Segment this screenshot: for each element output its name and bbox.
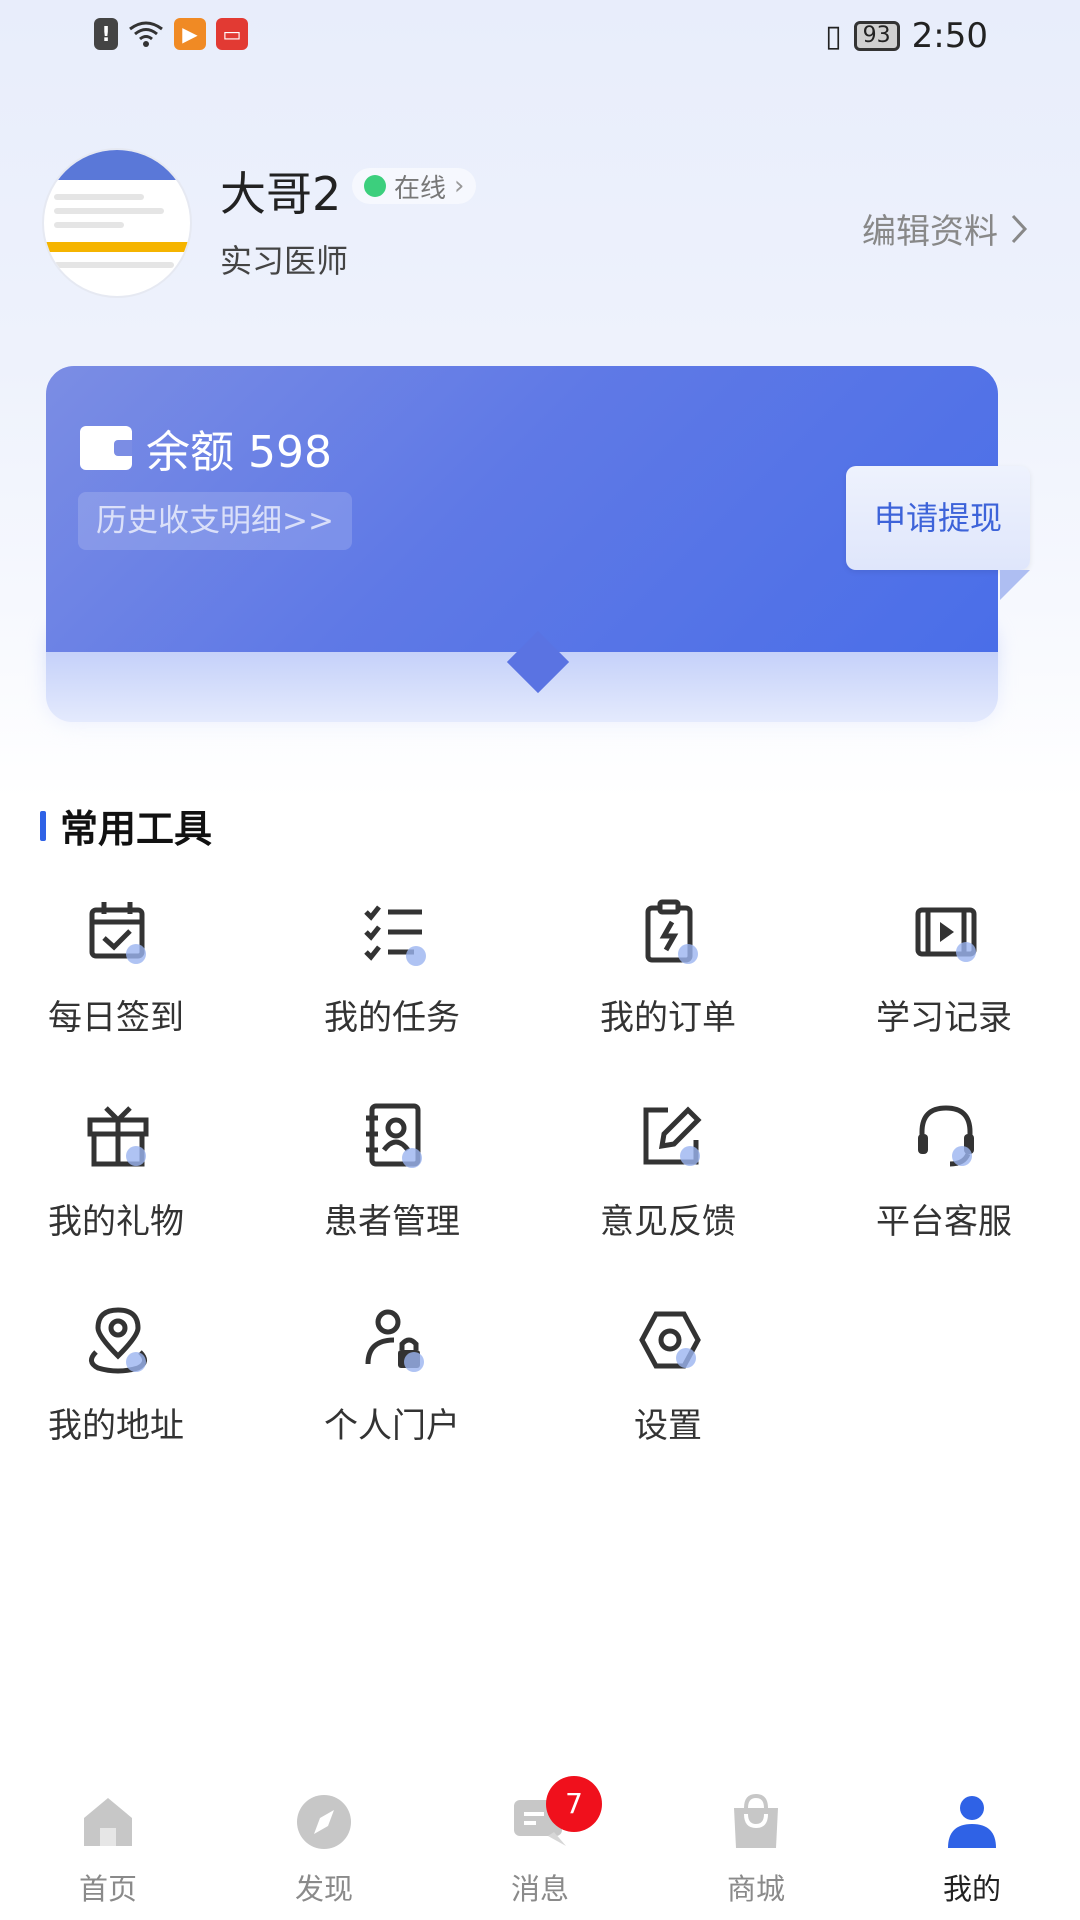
tool-label: 我的订单 — [600, 998, 736, 1038]
tool-label: 平台客服 — [876, 1202, 1012, 1242]
tab-label: 首页 — [78, 1872, 137, 1906]
battery-indicator: 93 — [853, 21, 900, 51]
vibrate-icon: ▯ — [825, 18, 842, 54]
user-name: 大哥2 — [220, 167, 342, 221]
edit-profile-link[interactable]: 编辑资料 — [862, 204, 1028, 253]
clock: 2:50 — [911, 16, 988, 56]
message-badge: 7 — [546, 1776, 602, 1832]
clipboard-order-icon — [645, 899, 698, 964]
tool-label: 我的礼物 — [48, 1202, 184, 1242]
user-lock-icon — [365, 1309, 424, 1372]
tab-mall[interactable]: 商城 — [681, 1792, 831, 1908]
gift-icon — [87, 1106, 149, 1167]
tool-my-address[interactable]: 我的地址 — [6, 1304, 226, 1464]
tool-label: 意见反馈 — [600, 1202, 736, 1242]
location-pin-icon — [89, 1307, 147, 1374]
user-title: 实习医师 — [220, 242, 349, 280]
tool-my-gifts[interactable]: 我的礼物 — [6, 1100, 226, 1260]
alert-icon: ! — [94, 18, 118, 50]
tool-daily-checkin[interactable]: 每日签到 — [6, 896, 226, 1056]
tab-home[interactable]: 首页 — [33, 1792, 183, 1908]
status-bar: ! ▶ ▭ ▯ 93 2:50 — [0, 0, 1080, 76]
balance-label: 余额 598 — [146, 427, 332, 478]
avatar[interactable] — [42, 148, 192, 298]
tab-label: 商城 — [726, 1872, 785, 1906]
headset-icon — [918, 1105, 974, 1167]
chevron-right-icon — [1011, 214, 1028, 243]
tool-label: 患者管理 — [324, 1202, 460, 1242]
withdraw-button[interactable]: 申请提现 — [846, 466, 1030, 570]
edit-feedback-icon — [643, 1106, 702, 1166]
tab-discover[interactable]: 发现 — [249, 1792, 399, 1908]
online-status[interactable]: 在线 › — [352, 168, 477, 204]
tool-patient-management[interactable]: 患者管理 — [282, 1100, 502, 1260]
withdraw-fold — [1000, 570, 1030, 600]
edit-profile-label: 编辑资料 — [862, 212, 998, 252]
tool-label: 每日签到 — [48, 998, 184, 1038]
section-title: 常用工具 — [40, 798, 212, 853]
shopping-bag-icon — [734, 1793, 778, 1848]
tool-label: 设置 — [634, 1406, 702, 1446]
tool-label: 学习记录 — [876, 998, 1012, 1038]
online-status-label: 在线 — [394, 173, 447, 204]
wallet-icon — [80, 426, 132, 470]
history-link[interactable]: 历史收支明细>> — [78, 492, 352, 550]
user-icon — [948, 1796, 996, 1848]
tool-settings[interactable]: 设置 — [558, 1304, 778, 1464]
chevron-right-icon: › — [454, 171, 465, 201]
tool-my-orders[interactable]: 我的订单 — [558, 896, 778, 1056]
tool-label: 我的地址 — [48, 1406, 184, 1446]
tool-customer-service[interactable]: 平台客服 — [834, 1100, 1054, 1260]
settings-hexagon-icon — [639, 1311, 701, 1369]
tab-label: 消息 — [510, 1872, 569, 1906]
tab-mine[interactable]: 我的 — [897, 1792, 1047, 1908]
tab-label: 发现 — [294, 1872, 353, 1906]
online-dot-icon — [364, 175, 386, 197]
tool-feedback[interactable]: 意见反馈 — [558, 1100, 778, 1260]
tab-label: 我的 — [942, 1872, 1001, 1906]
tool-personal-portal[interactable]: 个人门户 — [282, 1304, 502, 1464]
home-icon — [84, 1798, 132, 1846]
tool-label: 我的任务 — [324, 998, 460, 1038]
task-list-icon — [364, 905, 426, 966]
wifi-icon — [128, 19, 164, 49]
compass-icon — [297, 1795, 351, 1849]
video-app-icon: ▶ — [174, 18, 206, 50]
section-title-label: 常用工具 — [60, 807, 213, 851]
tv-app-icon: ▭ — [216, 18, 248, 50]
video-play-icon — [915, 907, 977, 962]
section-marker — [40, 810, 46, 841]
balance: 余额 598 — [80, 416, 332, 480]
tool-my-tasks[interactable]: 我的任务 — [282, 896, 502, 1056]
tool-label: 个人门户 — [324, 1406, 460, 1446]
calendar-check-icon — [89, 902, 146, 964]
tool-study-records[interactable]: 学习记录 — [834, 896, 1054, 1056]
patient-contact-icon — [366, 1103, 422, 1168]
